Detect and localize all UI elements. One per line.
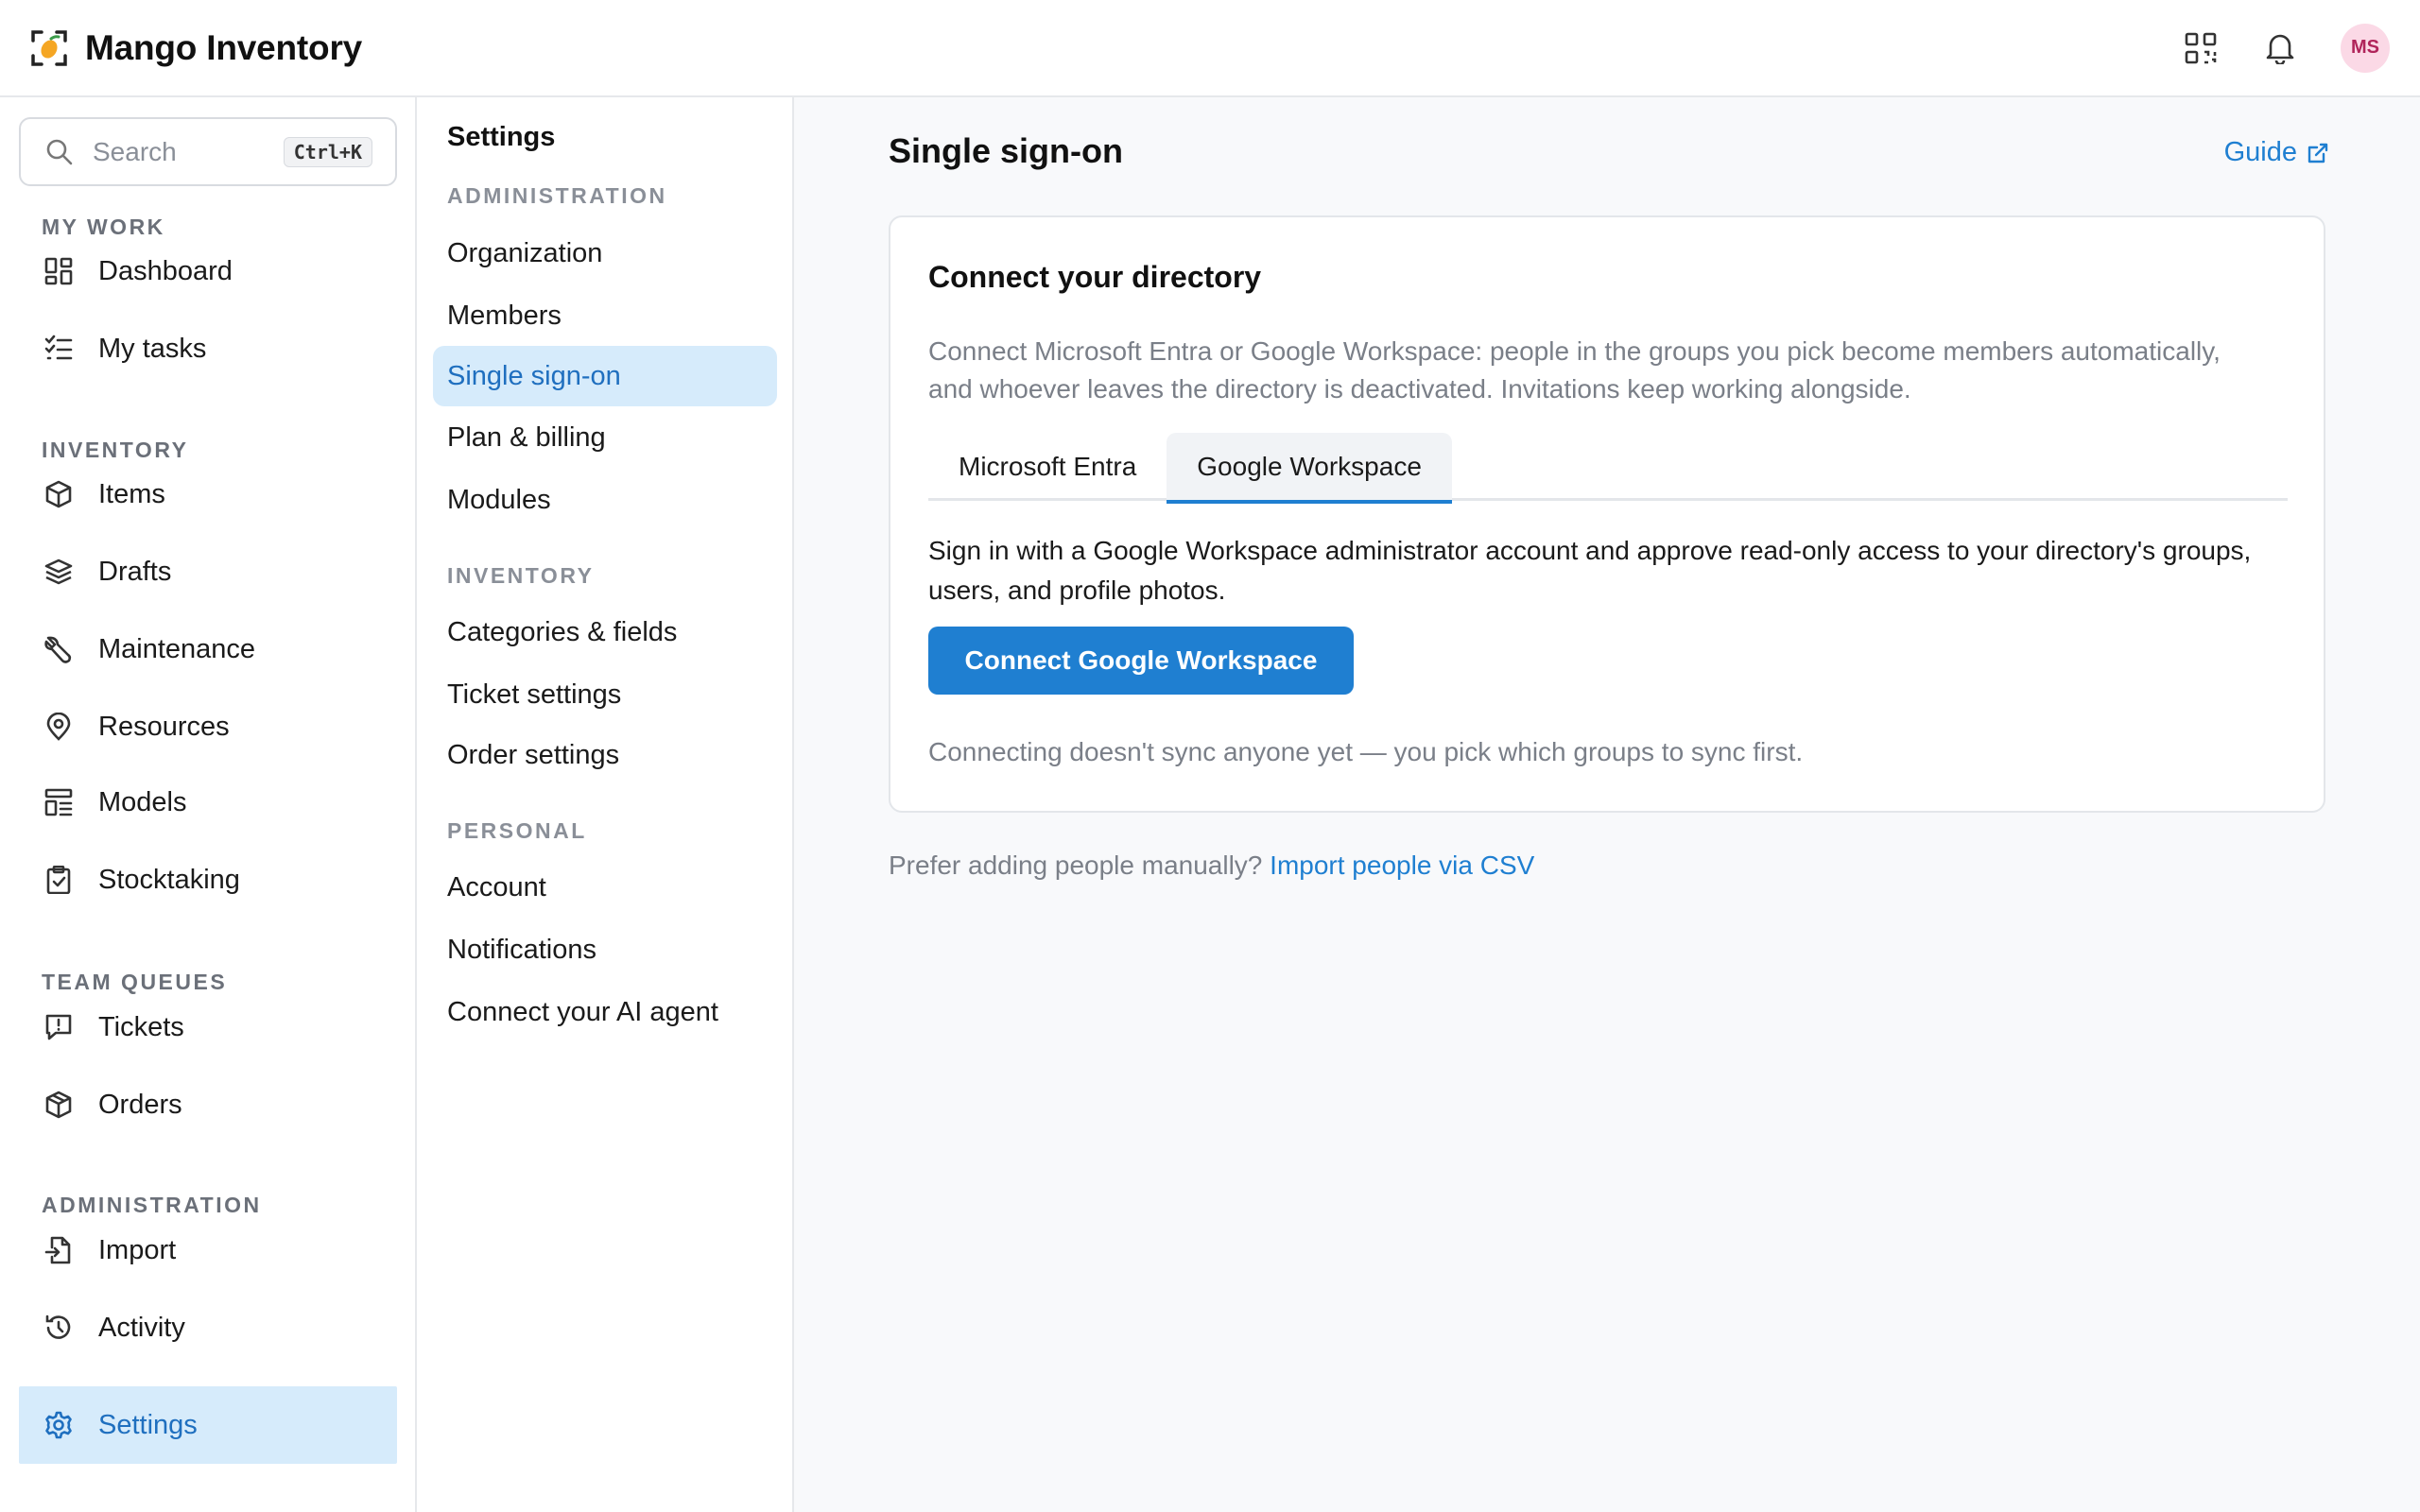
- alert-message-icon: [42, 1010, 76, 1044]
- location-pin-icon: [42, 710, 76, 744]
- search-input[interactable]: Search Ctrl+K: [19, 117, 397, 186]
- guide-link[interactable]: Guide: [2224, 137, 2329, 168]
- app-title: Mango Inventory: [85, 27, 363, 67]
- sidebar-item-label: Maintenance: [98, 633, 256, 664]
- sidebar-item-label: Resources: [98, 711, 230, 742]
- task-list-icon: [42, 332, 76, 366]
- guide-label: Guide: [2223, 137, 2297, 167]
- wrench-icon: [42, 632, 76, 666]
- sidebar-item-drafts[interactable]: Drafts: [19, 534, 397, 610]
- subnav-item-order-settings[interactable]: Order settings: [433, 725, 777, 785]
- card-note: Connecting doesn't sync anyone yet — you…: [928, 737, 1804, 766]
- gear-icon: [42, 1408, 76, 1442]
- box-icon: [42, 477, 76, 511]
- sidebar-item-label: Settings: [98, 1409, 198, 1440]
- manual-import-hint: Prefer adding people manually? Import pe…: [889, 850, 1534, 881]
- manual-prompt: Prefer adding people manually?: [889, 850, 1263, 880]
- sidebar-item-label: Import: [98, 1234, 177, 1265]
- avatar[interactable]: MS: [2341, 23, 2390, 73]
- subnav-item-modules[interactable]: Modules: [433, 470, 777, 530]
- subnav-item-plan-billing[interactable]: Plan & billing: [433, 407, 777, 468]
- file-import-icon: [42, 1233, 76, 1267]
- subnav-section-inventory: INVENTORY: [447, 563, 595, 588]
- subnav-title: Settings: [447, 122, 556, 152]
- brand[interactable]: Mango Inventory: [30, 28, 362, 68]
- page-title: Single sign-on: [889, 131, 1123, 170]
- subnav-item-categories-fields[interactable]: Categories & fields: [433, 602, 777, 662]
- sidebar-item-models[interactable]: Models: [19, 765, 397, 840]
- subnav-item-single-sign-on[interactable]: Single sign-on: [433, 346, 777, 406]
- sidebar-item-maintenance[interactable]: Maintenance: [19, 611, 397, 687]
- dashboard-icon: [42, 254, 76, 288]
- sidebar-item-label: My tasks: [98, 333, 207, 364]
- top-header: Mango Inventory MS: [0, 0, 2420, 97]
- card-title: Connect your directory: [928, 260, 1262, 294]
- tab-description: Sign in with a Google Workspace administ…: [928, 536, 2252, 605]
- subnav-item-connect-ai-agent[interactable]: Connect your AI agent: [433, 982, 777, 1042]
- sidebar-item-label: Items: [98, 478, 165, 509]
- subnav-item-account[interactable]: Account: [433, 857, 777, 918]
- clipboard-check-icon: [42, 863, 76, 897]
- qr-code-icon[interactable]: [2182, 29, 2220, 67]
- subnav-item-ticket-settings[interactable]: Ticket settings: [433, 664, 777, 725]
- subnav-item-members[interactable]: Members: [433, 285, 777, 346]
- subnav-section-personal: PERSONAL: [447, 818, 587, 843]
- sidebar-item-tickets[interactable]: Tickets: [19, 989, 397, 1065]
- subnav-item-notifications[interactable]: Notifications: [433, 919, 777, 980]
- sidebar-item-import[interactable]: Import: [19, 1212, 397, 1288]
- sidebar-item-label: Orders: [98, 1089, 182, 1120]
- sidebar-item-my-tasks[interactable]: My tasks: [19, 311, 397, 387]
- sidebar-item-label: Tickets: [98, 1011, 184, 1042]
- directory-card: Connect your directory Connect Microsoft…: [889, 215, 2325, 813]
- external-link-icon: [2307, 142, 2329, 164]
- sidebar-item-settings[interactable]: Settings: [19, 1386, 397, 1464]
- sidebar-item-stocktaking[interactable]: Stocktaking: [19, 842, 397, 918]
- subnav-section-administration: ADMINISTRATION: [447, 183, 667, 208]
- sidebar-item-activity[interactable]: Activity: [19, 1290, 397, 1366]
- sidebar-item-items[interactable]: Items: [19, 456, 397, 532]
- settings-subnav: Settings ADMINISTRATION Organization Mem…: [417, 97, 794, 1512]
- package-icon: [42, 1088, 76, 1122]
- layers-icon: [42, 555, 76, 589]
- search-placeholder: Search: [93, 136, 177, 166]
- sidebar-item-resources[interactable]: Resources: [19, 689, 397, 765]
- tab-microsoft-entra[interactable]: Microsoft Entra: [928, 433, 1167, 501]
- tab-google-workspace[interactable]: Google Workspace: [1167, 433, 1452, 504]
- sidebar-item-dashboard[interactable]: Dashboard: [19, 233, 397, 309]
- sidebar-item-label: Stocktaking: [98, 864, 240, 895]
- history-icon: [42, 1311, 76, 1345]
- sidebar-item-label: Dashboard: [98, 255, 233, 286]
- card-description: Connect Microsoft Entra or Google Worksp…: [928, 336, 2221, 404]
- sidebar: Search Ctrl+K MY WORK Dashboard My tasks…: [0, 97, 417, 1512]
- search-icon: [45, 138, 74, 166]
- shortcut-badge: Ctrl+K: [283, 136, 372, 167]
- sidebar-item-label: Activity: [98, 1312, 185, 1343]
- sidebar-item-label: Drafts: [98, 556, 172, 587]
- bell-icon[interactable]: [2261, 29, 2299, 67]
- main-content: Single sign-on Guide Connect your direct…: [794, 97, 2420, 1512]
- template-icon: [42, 785, 76, 819]
- import-csv-link[interactable]: Import people via CSV: [1270, 850, 1534, 880]
- mango-logo-icon: [30, 29, 68, 67]
- sidebar-item-label: Models: [98, 786, 187, 817]
- provider-tabs: Microsoft Entra Google Workspace: [928, 433, 2288, 504]
- connect-google-workspace-button[interactable]: Connect Google Workspace: [928, 627, 1354, 695]
- subnav-item-organization[interactable]: Organization: [433, 223, 777, 284]
- sidebar-item-orders[interactable]: Orders: [19, 1067, 397, 1143]
